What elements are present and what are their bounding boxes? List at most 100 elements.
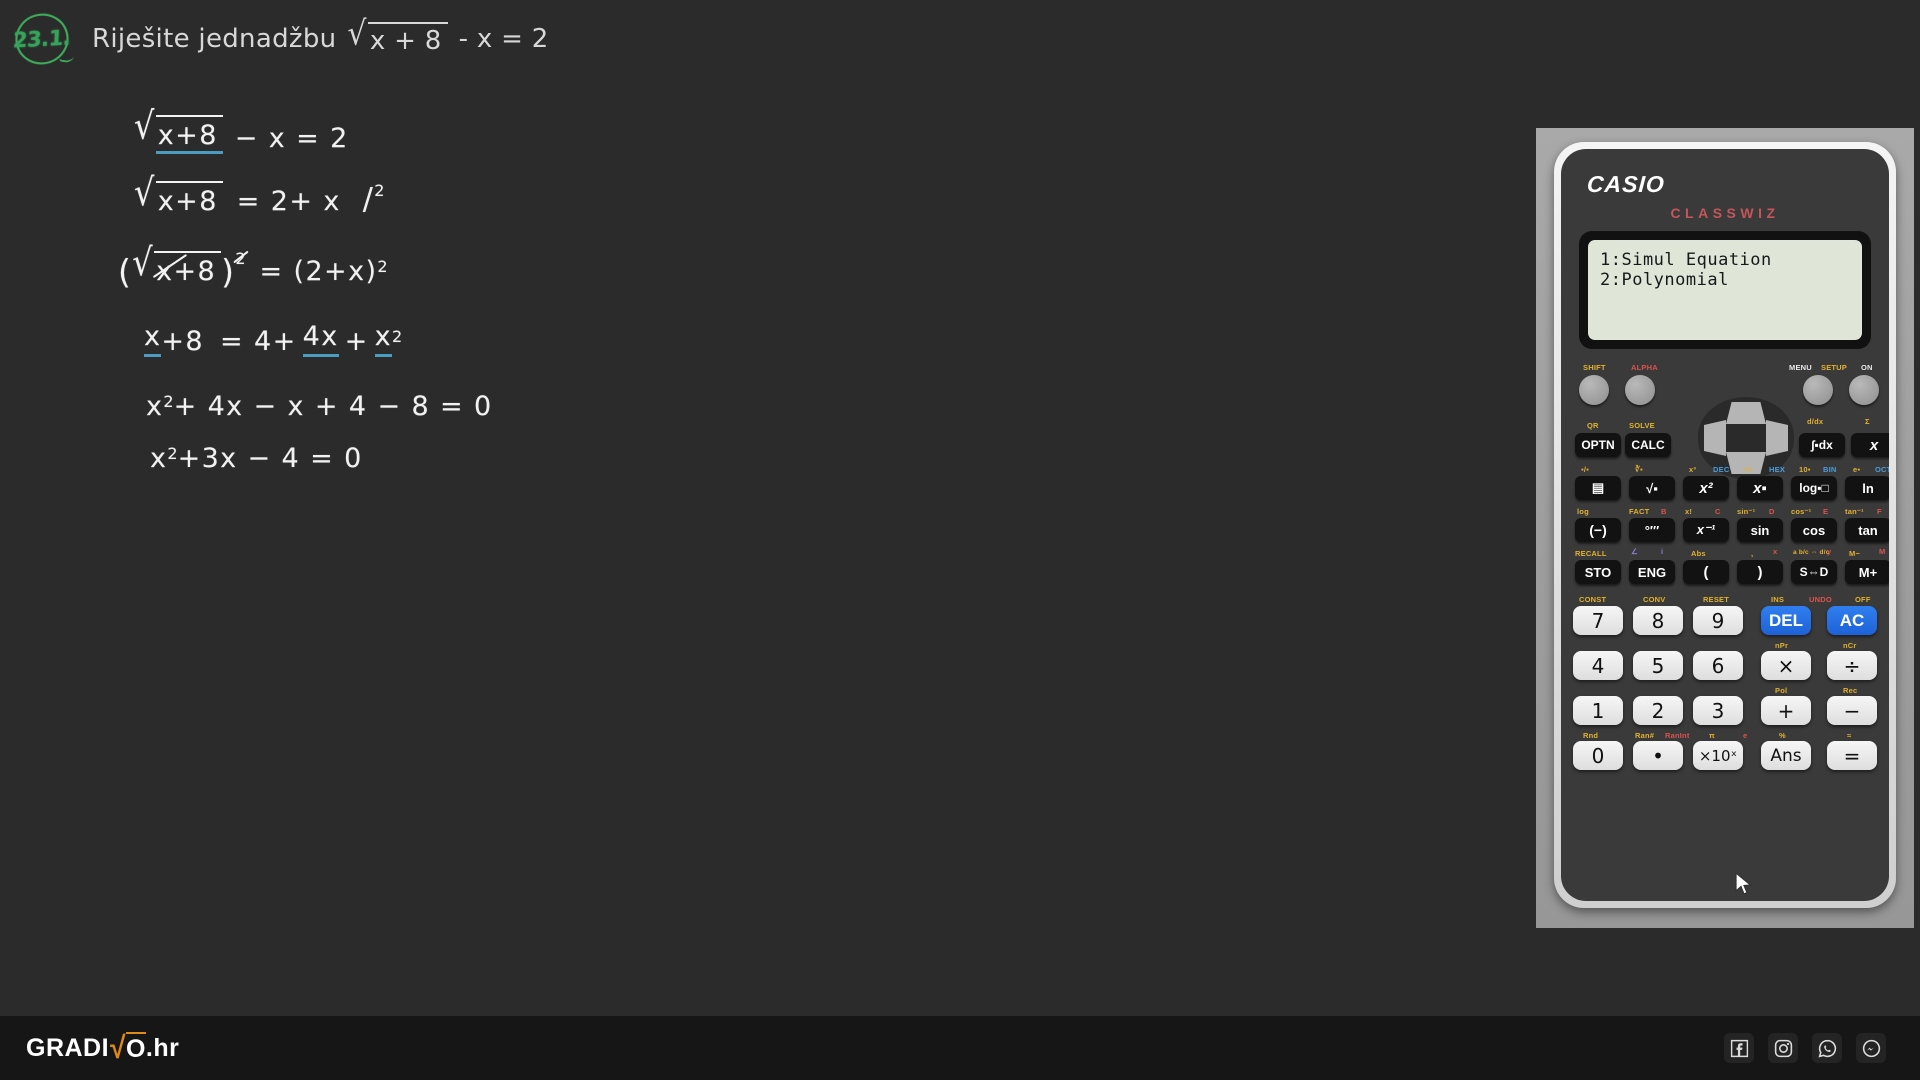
rec-label: Rec [1843,686,1857,695]
key-8[interactable]: 8 [1633,606,1683,635]
key-5[interactable]: 5 [1633,651,1683,680]
line3-sqrt: √ x+8 [132,251,221,287]
off-label: OFF [1855,595,1871,604]
e-pow-label: e▪ [1853,465,1860,474]
whatsapp-link[interactable] [1812,1033,1842,1063]
dpad-up-arrow-icon[interactable] [1726,402,1766,424]
plus-button[interactable]: + [1761,696,1811,725]
ten-pow-label: 10▪ [1799,465,1811,474]
radical-icon: √ [132,248,154,290]
line3-rest: = (2+x) [260,256,378,287]
multiply-button[interactable]: × [1761,651,1811,680]
key-1[interactable]: 1 [1573,696,1623,725]
line3-left-exponent: 2 [235,249,245,268]
facebook-link[interactable] [1724,1033,1754,1063]
whatsapp-icon [1817,1038,1838,1059]
ncr-label: nCr [1843,641,1857,650]
line3-right-exponent: 2 [377,257,387,276]
factorial-label: x! [1685,507,1692,516]
decimal-point-button[interactable]: • [1633,741,1683,770]
key-7[interactable]: 7 [1573,606,1623,635]
ddx-label: d/dx [1807,417,1823,426]
line3-open-paren: ( [118,257,132,287]
line1-rest: − x = 2 [235,123,349,154]
eng-button[interactable]: ENG [1629,560,1675,584]
line4-left-rest: +8 [161,326,204,357]
sto-button[interactable]: STO [1575,560,1621,584]
work-line-2: √ x+8 = 2+ x / 2 [134,181,384,217]
cbrt-label: ∛▪ [1635,465,1643,474]
oct-label: OCT [1875,465,1889,474]
site-logo[interactable]: GRADI √ O .hr [26,1032,179,1064]
dpad-right-arrow-icon[interactable] [1766,420,1788,456]
lcd-bezel: 1:Simul Equation 2:Polynomial [1579,231,1871,349]
shift-button[interactable] [1579,375,1609,405]
ans-button[interactable]: Ans [1761,741,1811,770]
work-line-5: x 2 + 4x − x + 4 − 8 = 0 [146,391,493,422]
social-links [1724,1033,1886,1063]
ac-button[interactable]: AC [1827,606,1877,635]
abs-label: Abs [1691,549,1706,558]
log-button[interactable]: log▪□ [1791,476,1837,500]
line6-rest: +3x − 4 = 0 [178,443,363,474]
logo-radical-icon: √ [110,1030,126,1065]
key-6[interactable]: 6 [1693,651,1743,680]
exponent-button[interactable]: ×10ˣ [1693,741,1743,770]
minus-button[interactable]: − [1827,696,1877,725]
open-paren-button[interactable]: ( [1683,560,1729,584]
menu-button[interactable] [1803,375,1833,405]
instagram-link[interactable] [1768,1033,1798,1063]
fact-label: FACT [1629,507,1649,516]
alpha-button[interactable] [1625,375,1655,405]
cos-button[interactable]: cos [1791,518,1837,542]
fraction-button[interactable]: ▤ [1575,476,1621,500]
negative-button[interactable]: (−) [1575,518,1621,542]
alpha-f-label: F [1877,507,1882,516]
line2-op-exponent: 2 [374,181,384,200]
key-2[interactable]: 2 [1633,696,1683,725]
key-4[interactable]: 4 [1573,651,1623,680]
calc-button[interactable]: CALC [1625,433,1671,457]
sqrt-button[interactable]: √▪ [1629,476,1675,500]
close-paren-button[interactable]: ) [1737,560,1783,584]
key-3[interactable]: 3 [1693,696,1743,725]
del-button[interactable]: DEL [1761,606,1811,635]
degrees-button[interactable]: °′″ [1629,518,1675,542]
ln-button[interactable]: ln [1845,476,1889,500]
calculator-panel: CASIO CLASSWIZ 1:Simul Equation 2:Polyno… [1536,128,1914,928]
reciprocal-button[interactable]: x⁻¹ [1683,518,1729,542]
alpha-c-label: C [1715,507,1721,516]
approx-label: ≈ [1847,731,1851,740]
sigma-label: Σ [1865,417,1870,426]
optn-button[interactable]: OPTN [1575,433,1621,457]
alpha-e-label: E [1823,507,1828,516]
sin-button[interactable]: sin [1737,518,1783,542]
fraction-shift-label: ▪/▪ [1581,465,1589,474]
dpad-left-arrow-icon[interactable] [1704,420,1726,456]
angle-label: ∠ [1631,547,1638,556]
standard-decimal-toggle-button[interactable]: S⇔D [1791,560,1837,584]
display-line-1: 1:Simul Equation [1600,250,1850,270]
alpha-b-label: B [1661,507,1667,516]
const-label: CONST [1579,595,1606,604]
ranint-label: RanInt [1665,731,1690,740]
display-line-2: 2:Polynomial [1600,270,1850,290]
divide-button[interactable]: ÷ [1827,651,1877,680]
key-9[interactable]: 9 [1693,606,1743,635]
key-0[interactable]: 0 [1573,741,1623,770]
handwritten-solution: √ x+8 − x = 2 √ x+8 = 2+ x / 2 ( √ x+8 )… [0,95,900,545]
messenger-link[interactable] [1856,1033,1886,1063]
x-squared-button[interactable]: x² [1683,476,1729,500]
alpha-x-label: x [1773,547,1777,556]
integral-button[interactable]: ∫▪dx [1799,433,1845,457]
equals-button[interactable]: = [1827,741,1877,770]
alpha-m-label: M [1879,547,1885,556]
tan-button[interactable]: tan [1845,518,1889,542]
x-power-button[interactable]: x▪ [1737,476,1783,500]
memory-plus-button[interactable]: M+ [1845,560,1889,584]
line4-mid: = 4+ [220,326,297,357]
variable-x-button[interactable]: x [1851,433,1889,457]
line5-x: x [146,391,163,422]
casio-brand-logo: CASIO [1586,171,1666,198]
on-button[interactable] [1849,375,1879,405]
